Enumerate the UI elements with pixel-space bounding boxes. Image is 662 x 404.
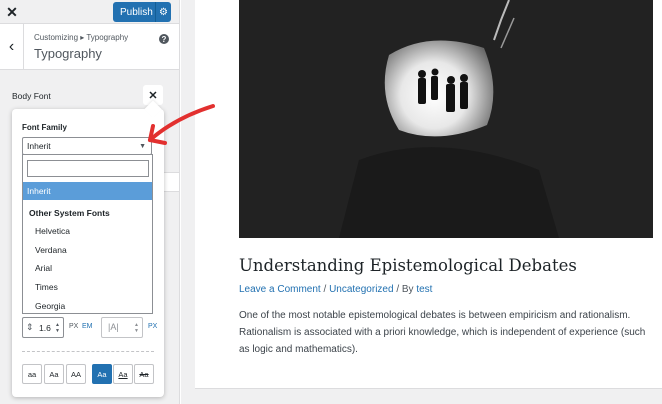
line-height-value: 1.6: [39, 323, 51, 333]
dropdown-option-inherit[interactable]: Inherit: [23, 182, 152, 200]
dropdown-option[interactable]: Arial: [23, 263, 152, 273]
no-decoration-button[interactable]: Aa: [92, 364, 112, 384]
underline-button[interactable]: Aa: [113, 364, 133, 384]
chevron-left-icon[interactable]: ‹: [0, 24, 24, 70]
divider: [22, 351, 154, 352]
page-title: Typography: [34, 46, 102, 61]
meta-separator: /: [320, 284, 330, 295]
dropdown-group-label: Other System Fonts: [29, 208, 110, 218]
customizer-sidebar: ✕ Publish ⚙ ‹ Customizing ▸ Typography T…: [0, 0, 180, 404]
dropdown-option[interactable]: Georgia: [23, 301, 152, 311]
post-meta: Leave a Comment / Uncategorized / By tes…: [239, 284, 432, 295]
comment-link[interactable]: Leave a Comment: [239, 284, 321, 295]
breadcrumb: Customizing ▸ Typography: [34, 33, 129, 42]
strikethrough-button[interactable]: Aa: [134, 364, 154, 384]
preview-footer-edge: [195, 388, 662, 404]
stepper-icon[interactable]: ▲ ▼: [55, 322, 60, 334]
font-family-dropdown: Inherit Other System Fonts Helvetica Ver…: [22, 154, 153, 314]
customizer-topbar: ✕ Publish ⚙: [0, 0, 179, 24]
post-title[interactable]: Understanding Epistemological Debates: [239, 256, 577, 275]
text-style-row: aa Aa AA Aa Aa Aa: [22, 364, 162, 386]
line-height-input[interactable]: ⇕ 1.6 ▲ ▼: [22, 317, 64, 338]
close-icon[interactable]: ✕: [0, 0, 24, 24]
letter-spacing-icon: |A|: [108, 322, 119, 332]
unit-px[interactable]: PX: [69, 323, 78, 330]
uppercase-button[interactable]: AA: [66, 364, 86, 384]
lowercase-button[interactable]: aa: [22, 364, 42, 384]
font-family-select[interactable]: Inherit ▼: [22, 137, 152, 155]
unit-px[interactable]: PX: [148, 323, 157, 330]
help-icon[interactable]: ?: [159, 34, 169, 44]
publish-button[interactable]: Publish ⚙: [113, 2, 171, 22]
author-link[interactable]: test: [416, 284, 432, 295]
font-family-value: Inherit: [27, 141, 51, 151]
site-preview: Understanding Epistemological Debates Le…: [181, 0, 662, 404]
font-search-input[interactable]: [27, 160, 149, 177]
featured-image-graphic: [239, 0, 653, 238]
dropdown-option[interactable]: Verdana: [23, 245, 152, 255]
body-font-label: Body Font: [12, 91, 51, 101]
featured-image: [239, 0, 653, 238]
section-header: ‹ Customizing ▸ Typography Typography ?: [0, 24, 179, 70]
chevron-down-icon: ▼: [139, 143, 146, 150]
font-family-label: Font Family: [22, 123, 67, 132]
customizer-screen: ✕ Publish ⚙ ‹ Customizing ▸ Typography T…: [0, 0, 662, 404]
line-height-row: ⇕ 1.6 ▲ ▼ PX EM |A| ▲ ▼ PX: [22, 317, 157, 339]
unit-em[interactable]: EM: [82, 323, 93, 330]
letter-spacing-input[interactable]: |A| ▲ ▼: [101, 317, 143, 338]
category-link[interactable]: Uncategorized: [329, 284, 393, 295]
post-excerpt: One of the most notable epistemological …: [239, 310, 646, 355]
gear-icon[interactable]: ⚙: [155, 2, 171, 22]
publish-label: Publish: [120, 6, 153, 18]
stepper-icon[interactable]: ▲ ▼: [134, 322, 139, 334]
capitalize-button[interactable]: Aa: [44, 364, 64, 384]
dropdown-option[interactable]: Helvetica: [23, 226, 152, 236]
dropdown-option[interactable]: Times: [23, 282, 152, 292]
preview-content: Understanding Epistemological Debates Le…: [195, 0, 662, 388]
meta-separator: / By: [393, 284, 417, 295]
line-height-icon: ⇕: [26, 322, 34, 332]
typography-popup: Font Family Inherit ▼ Inherit Other Syst…: [12, 100, 164, 397]
